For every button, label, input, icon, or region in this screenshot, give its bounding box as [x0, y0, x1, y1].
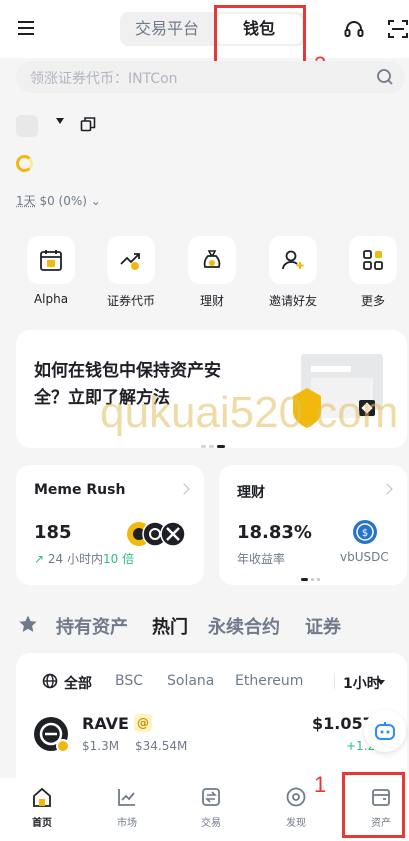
alpha-calendar-icon — [40, 250, 62, 271]
nav-home[interactable]: 首页 — [7, 786, 77, 829]
banner-pagination — [201, 436, 228, 448]
nav-label: 发现 — [286, 818, 306, 829]
shortcut-label: 邀请好友 — [268, 294, 317, 308]
promo-banner[interactable]: 如何在钱包中保持资产安全？立即了解方法 — [16, 330, 407, 448]
sub-prefix: 24 小时内 — [47, 552, 103, 566]
svg-text:$: $ — [362, 528, 368, 539]
chevron-right-icon — [381, 483, 393, 495]
stock-token-icon — [120, 253, 140, 270]
card-value: 185 — [34, 522, 72, 543]
tab-securities[interactable]: 证券 — [305, 613, 341, 639]
sub-highlight: 10 倍 — [102, 552, 135, 566]
divider — [334, 673, 335, 689]
shield-illustration-icon — [293, 354, 383, 428]
copy-icon[interactable] — [80, 116, 96, 132]
scan-icon[interactable] — [388, 18, 408, 40]
search-icon — [377, 69, 393, 85]
token-volume: $34.54M — [135, 739, 188, 753]
chevron-down-icon[interactable] — [56, 118, 64, 124]
search-bar[interactable]: 领涨证券代币：INTCon — [16, 61, 405, 93]
usdc-coin-icon: $ — [353, 520, 377, 544]
market-list: 全部 BSC Solana Ethereum 1小时 RAVE @ $1.3M … — [16, 653, 407, 783]
meme-platform-logos-icon — [127, 521, 186, 547]
chevron-down-icon — [377, 680, 385, 685]
hamburger-icon[interactable] — [16, 18, 36, 38]
tab-exchange[interactable]: 交易平台 — [120, 12, 214, 46]
money-bag-icon — [203, 250, 221, 268]
globe-icon — [42, 673, 58, 689]
ai-assistant-button[interactable] — [364, 710, 406, 752]
home-icon — [33, 787, 51, 807]
token-market-cap: $1.3M — [82, 739, 120, 753]
tab-hot[interactable]: 热门 — [152, 613, 188, 639]
nav-trade[interactable]: 交易 — [176, 786, 246, 829]
shortcut-row: Alpha 证券代币 理财 邀请好友 更多 — [0, 236, 409, 316]
chain-filter-ethereum[interactable]: Ethereum — [235, 673, 303, 689]
nav-label: 市场 — [117, 818, 137, 829]
annotation-number-1: 1 — [314, 772, 327, 797]
annotation-box-1 — [342, 772, 405, 838]
card-subtitle: 年收益率 — [237, 552, 286, 566]
card-value: 18.83% — [237, 522, 312, 543]
pnl-period: 1天 — [16, 194, 36, 208]
shortcut-alpha[interactable]: Alpha — [16, 236, 86, 306]
card-title: 理财 — [237, 485, 265, 501]
card-title: Meme Rush — [34, 482, 126, 498]
wallet-avatar[interactable] — [16, 115, 38, 137]
shortcut-more[interactable]: 更多 — [338, 236, 408, 309]
discover-icon — [286, 787, 306, 807]
shortcut-earn[interactable]: 理财 — [177, 236, 247, 309]
mention-icon: @ — [134, 714, 152, 732]
chevron-down-icon: ⌄ — [90, 194, 101, 208]
tab-holdings[interactable]: 持有资产 — [56, 613, 128, 639]
meme-rush-card[interactable]: Meme Rush 185 ↗ 24 小时内10 倍 — [16, 465, 204, 585]
chain-filter-all[interactable]: 全部 — [64, 673, 92, 693]
account-summary: 1天 $0 (0%) ⌄ — [16, 112, 396, 222]
nav-label: 首页 — [32, 818, 52, 829]
chart-icon — [118, 789, 135, 806]
period-select[interactable]: 1小时 — [343, 673, 381, 693]
nav-market[interactable]: 市场 — [92, 786, 162, 829]
shortcut-label: 理财 — [199, 294, 224, 308]
shortcut-invite[interactable]: 邀请好友 — [258, 236, 328, 309]
annotation-box-2 — [214, 5, 306, 69]
trend-up-icon: ↗ — [34, 552, 45, 566]
chain-badge-icon — [56, 739, 70, 753]
balance-loading-icon — [16, 155, 33, 172]
shortcut-label: Alpha — [33, 292, 69, 306]
search-placeholder: 领涨证券代币：INTCon — [30, 71, 178, 87]
invite-friend-icon — [282, 250, 304, 270]
banner-title: 如何在钱包中保持资产安全？立即了解方法 — [34, 361, 221, 408]
headset-icon[interactable] — [343, 18, 365, 40]
pnl-value: $0 (0%) — [39, 194, 87, 208]
card-asset: vbUSDC — [340, 550, 389, 564]
pnl-summary[interactable]: 1天 $0 (0%) ⌄ — [16, 192, 101, 209]
card-pagination — [301, 569, 323, 588]
chevron-right-icon — [178, 483, 190, 495]
more-grid-icon — [363, 250, 383, 270]
star-icon[interactable] — [18, 614, 38, 634]
earn-card[interactable]: 理财 18.83% $ 年收益率 vbUSDC — [219, 465, 407, 585]
shortcut-label: 更多 — [360, 294, 385, 308]
tab-perpetuals[interactable]: 永续合约 — [208, 613, 280, 639]
chain-filter-bsc[interactable]: BSC — [115, 673, 143, 689]
chain-filter-solana[interactable]: Solana — [167, 673, 214, 689]
shortcut-label: 证券代币 — [106, 294, 155, 308]
nav-label: 交易 — [201, 818, 221, 829]
trade-icon — [202, 788, 220, 806]
card-subtitle: ↗ 24 小时内10 倍 — [34, 550, 134, 567]
shortcut-stock-token[interactable]: 证券代币 — [96, 236, 166, 309]
robot-icon — [375, 722, 395, 740]
token-name: RAVE — [82, 714, 129, 733]
top-bar: 交易平台 钱包 — [0, 0, 409, 58]
